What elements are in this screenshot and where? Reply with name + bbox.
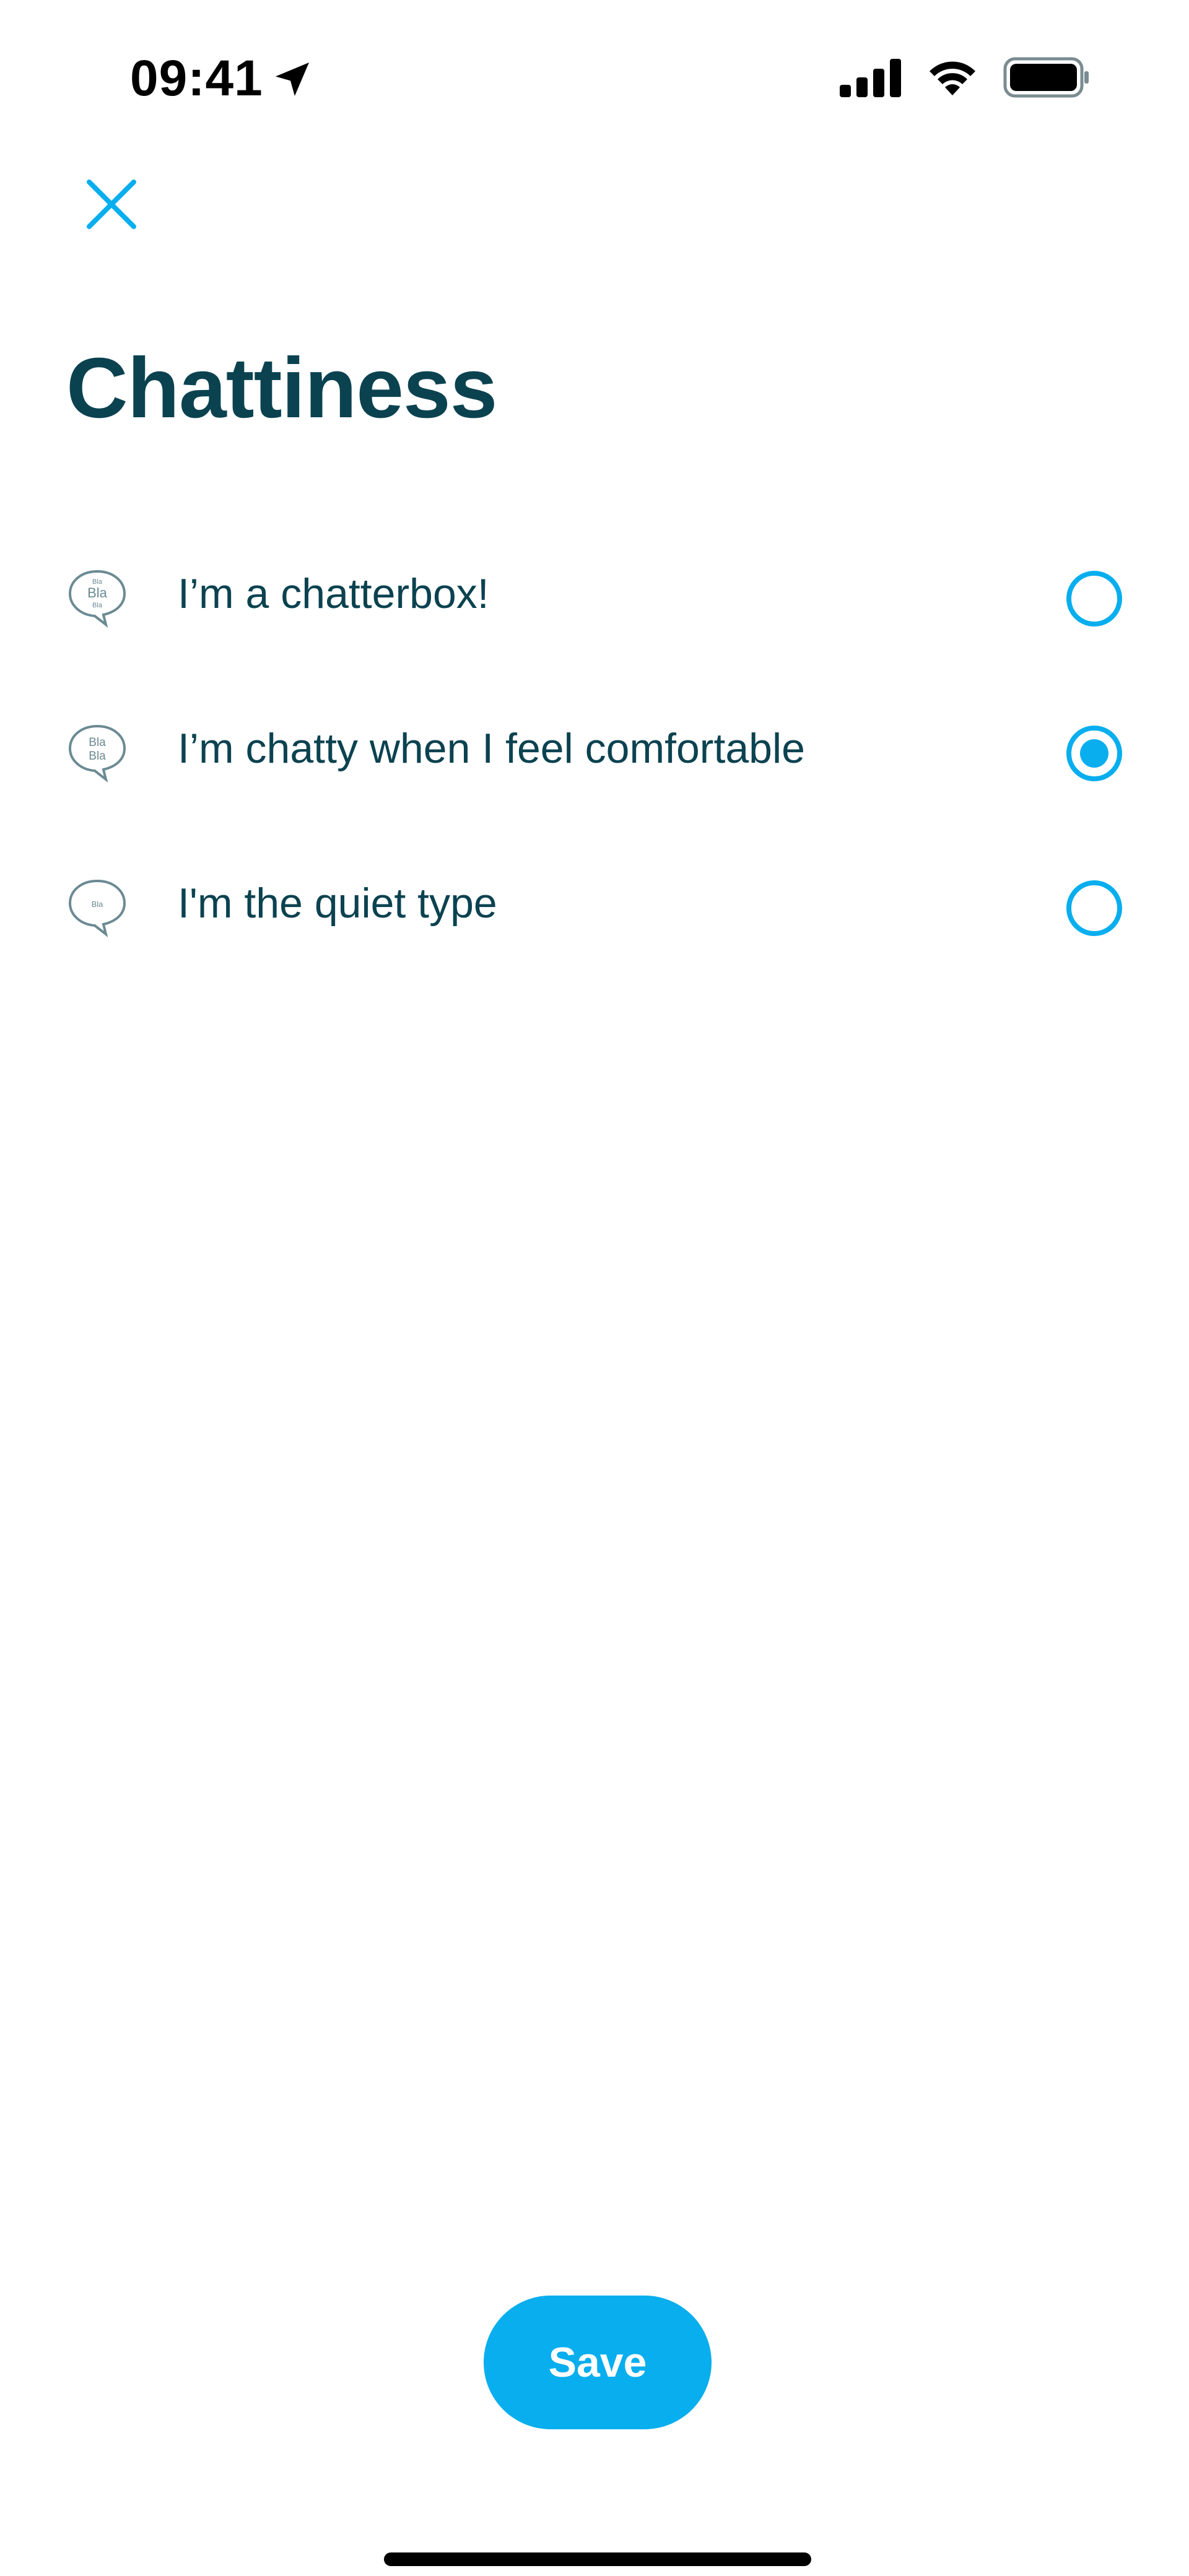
option-label: I’m a chatterbox! [178, 570, 489, 617]
speech-bubble-bla-bla-icon: Bla Bla [68, 724, 126, 783]
cellular-signal-icon [840, 59, 901, 97]
option-chatty-when-comfortable[interactable]: Bla Bla I’m chatty when I feel comfortab… [0, 700, 1189, 854]
option-label: I'm the quiet type [178, 880, 497, 927]
save-button[interactable]: Save [484, 2296, 712, 2429]
status-icons [840, 57, 1090, 98]
svg-text:Bla: Bla [92, 602, 103, 609]
radio-button[interactable] [1066, 880, 1122, 936]
svg-text:Bla: Bla [87, 585, 108, 601]
close-icon [87, 180, 136, 229]
status-time: 09:41 [130, 50, 263, 106]
option-quiet-type[interactable]: Bla I'm the quiet type [0, 854, 1189, 1009]
radio-button-selected[interactable] [1066, 726, 1122, 781]
option-label: I’m chatty when I feel comfortable [178, 725, 805, 772]
speech-bubble-bla-bla-bla-icon: Bla Bla Bla [68, 570, 126, 628]
option-chatterbox[interactable]: Bla Bla Bla I’m a chatterbox! [0, 545, 1189, 700]
svg-text:Bla: Bla [89, 750, 106, 763]
radio-button[interactable] [1066, 571, 1122, 627]
home-indicator [384, 2552, 811, 2566]
wifi-icon [930, 61, 975, 95]
close-button[interactable] [74, 167, 149, 241]
speech-bubble-bla-icon: Bla [68, 879, 126, 938]
battery-icon [1003, 57, 1089, 98]
svg-text:Bla: Bla [89, 736, 106, 749]
location-arrow-icon [276, 63, 309, 96]
svg-text:Bla: Bla [92, 900, 104, 909]
page-title: Chattiness [66, 340, 497, 436]
status-bar: 09:41 [0, 0, 1189, 149]
